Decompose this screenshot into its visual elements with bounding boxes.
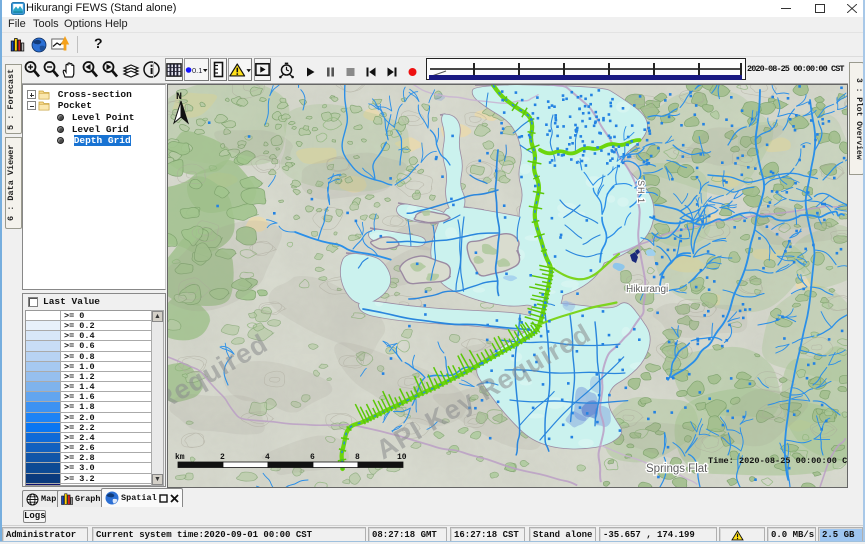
svg-text:0.1: 0.1 (192, 66, 202, 75)
svg-text:km: km (175, 453, 185, 462)
svg-text:4: 4 (265, 453, 270, 462)
svg-text:Springs Flat: Springs Flat (646, 463, 708, 475)
svg-text:SH 1: SH 1 (636, 180, 646, 204)
svg-text:8: 8 (355, 453, 360, 462)
svg-text:6: 6 (310, 453, 315, 462)
svg-text:2: 2 (220, 453, 225, 462)
svg-text:Time: 2020-08-25 00:00:00 CST: Time: 2020-08-25 00:00:00 CST (708, 456, 847, 466)
svg-text:Hikurangi: Hikurangi (626, 284, 668, 295)
svg-text:10: 10 (397, 453, 407, 462)
